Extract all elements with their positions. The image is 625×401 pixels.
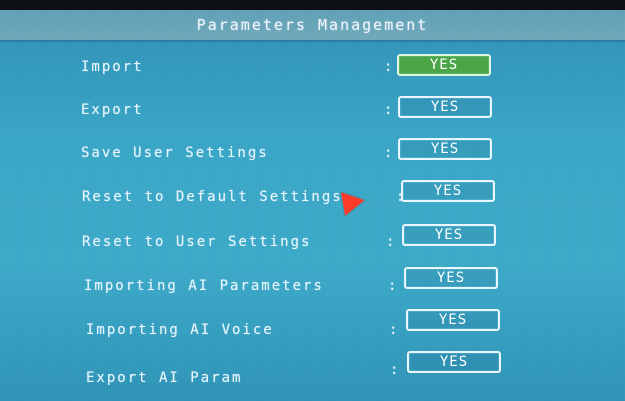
export-ai-param-yes-button[interactable]: YES (407, 351, 501, 373)
reset-to-user-settings-colon: : (386, 234, 395, 250)
importing-ai-voice-colon: : (389, 322, 398, 338)
save-user-settings-yes-button[interactable]: YES (398, 138, 492, 160)
export-ai-param-colon: : (390, 362, 399, 378)
save-user-settings-colon: : (384, 145, 393, 161)
importing-ai-parameters-yes-button[interactable]: YES (404, 267, 498, 289)
save-user-settings-label: Save User Settings (81, 145, 269, 161)
importing-ai-voice-label: Importing AI Voice (86, 322, 274, 338)
export-colon: : (384, 102, 393, 118)
import-label: Import (81, 59, 144, 75)
importing-ai-parameters-label: Importing AI Parameters (84, 278, 324, 294)
screen: Parameters Management Import : YES Expor… (0, 0, 625, 401)
reset-to-default-settings-label: Reset to Default Settings (82, 189, 343, 205)
reset-to-user-settings-yes-button[interactable]: YES (402, 224, 496, 246)
reset-to-user-settings-label: Reset to User Settings (82, 234, 312, 250)
importing-ai-parameters-colon: : (388, 278, 397, 294)
export-yes-button[interactable]: YES (398, 96, 492, 118)
import-colon: : (384, 59, 393, 75)
reset-to-default-settings-yes-button[interactable]: YES (401, 180, 495, 202)
import-yes-button[interactable]: YES (397, 54, 491, 76)
export-label: Export (81, 102, 144, 118)
page-title: Parameters Management (196, 16, 429, 34)
export-ai-param-label: Export AI Param (86, 370, 243, 386)
importing-ai-voice-yes-button[interactable]: YES (406, 309, 500, 331)
top-bezel (0, 0, 625, 10)
cursor-arrow-icon (340, 188, 367, 216)
